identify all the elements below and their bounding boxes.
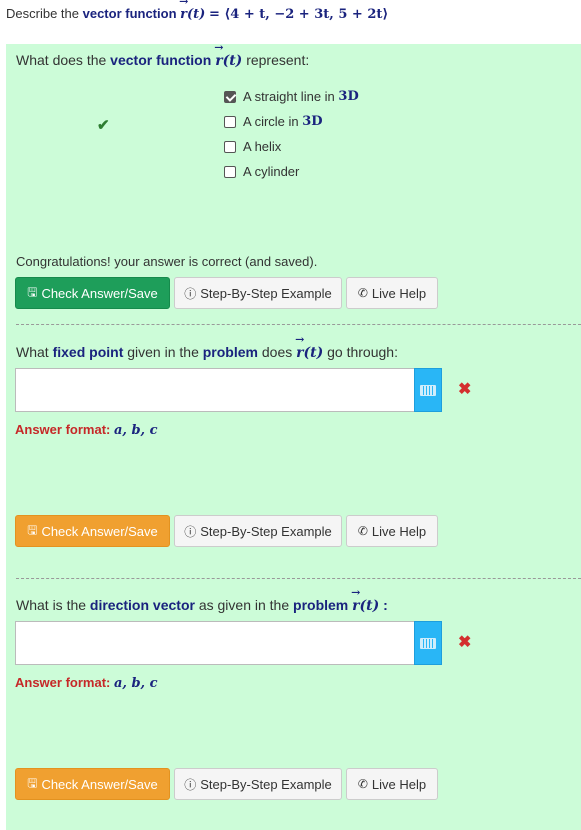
- option-math: 3D: [302, 114, 323, 129]
- q1-text: What does the vector function → r(t) repr…: [16, 41, 310, 69]
- check-icon: ✔: [97, 117, 110, 134]
- info-circle-icon: ⓘ: [184, 286, 197, 301]
- checkbox-checked[interactable]: [224, 90, 236, 103]
- phone-icon: ✆: [357, 524, 368, 538]
- divider: [16, 578, 581, 579]
- option-cylinder[interactable]: A cylinder: [224, 164, 299, 179]
- phone-icon: ✆: [357, 777, 368, 791]
- answer-format: Answer format: a, b, c: [15, 422, 158, 438]
- question-panel: What does the vector function → r(t) repr…: [6, 41, 581, 830]
- checkbox[interactable]: [224, 115, 236, 128]
- problem-prefix: Describe the: [6, 6, 79, 21]
- vector-definition: = ⟨4 + t, −2 + 3t, 5 + 2t⟩: [208, 7, 389, 22]
- option-label: A helix: [243, 139, 282, 154]
- status-message: Congratulations! your answer is correct …: [16, 254, 318, 269]
- x-icon: ✖: [458, 634, 472, 651]
- q1-prefix: What does the: [16, 52, 107, 68]
- x-icon: ✖: [458, 381, 472, 398]
- checkbox[interactable]: [224, 165, 236, 178]
- check-answer-button[interactable]: 🖫 Check Answer/Save: [15, 768, 170, 800]
- q3-text: What is the direction vector as given in…: [16, 586, 388, 614]
- live-help-button[interactable]: ✆ Live Help: [346, 515, 438, 547]
- step-by-step-button[interactable]: ⓘ Step-By-Step Example: [174, 768, 342, 800]
- keyboard-icon: [420, 384, 436, 396]
- live-help-button[interactable]: ✆ Live Help: [346, 768, 438, 800]
- vector-arg: (t): [187, 7, 206, 22]
- option-circle[interactable]: A circle in 3D: [224, 114, 323, 129]
- q2-text: What fixed point given in the problem do…: [16, 333, 398, 361]
- direction-vector-input[interactable]: [15, 621, 415, 665]
- phone-icon: ✆: [357, 286, 368, 300]
- q1-suffix: represent:: [246, 52, 310, 68]
- divider: [16, 324, 581, 325]
- vector-r: → r: [295, 333, 305, 361]
- option-label: A cylinder: [243, 164, 300, 179]
- option-straight-line[interactable]: A straight line in 3D: [224, 89, 359, 104]
- keyboard-button[interactable]: [414, 621, 442, 665]
- keyboard-button[interactable]: [414, 368, 442, 412]
- vector-r: → r: [351, 586, 361, 614]
- step-by-step-button[interactable]: ⓘ Step-By-Step Example: [174, 515, 342, 547]
- vector-r: → r: [214, 41, 224, 69]
- vector-r: → r: [179, 0, 189, 22]
- problem-statement: Describe the vector function → r(t) = ⟨4 …: [6, 0, 389, 22]
- floppy-icon: 🖫: [27, 284, 38, 299]
- info-circle-icon: ⓘ: [184, 777, 197, 792]
- option-label: A circle in: [243, 114, 299, 129]
- problem-bold: vector function: [82, 6, 177, 21]
- floppy-icon: 🖫: [27, 522, 38, 537]
- live-help-button[interactable]: ✆ Live Help: [346, 277, 438, 309]
- option-math: 3D: [338, 89, 359, 104]
- fixed-point-input[interactable]: [15, 368, 415, 412]
- keyboard-icon: [420, 637, 436, 649]
- check-answer-button[interactable]: 🖫 Check Answer/Save: [15, 515, 170, 547]
- q1-arg: (t): [222, 53, 243, 69]
- info-circle-icon: ⓘ: [184, 524, 197, 539]
- q1-bold: vector function: [110, 52, 212, 68]
- floppy-icon: 🖫: [27, 775, 38, 790]
- option-label: A straight line in: [243, 89, 335, 104]
- check-answer-button[interactable]: 🖫 Check Answer/Save: [15, 277, 170, 309]
- step-by-step-button[interactable]: ⓘ Step-By-Step Example: [174, 277, 342, 309]
- answer-format: Answer format: a, b, c: [15, 675, 158, 691]
- checkbox[interactable]: [224, 140, 236, 153]
- option-helix[interactable]: A helix: [224, 139, 281, 154]
